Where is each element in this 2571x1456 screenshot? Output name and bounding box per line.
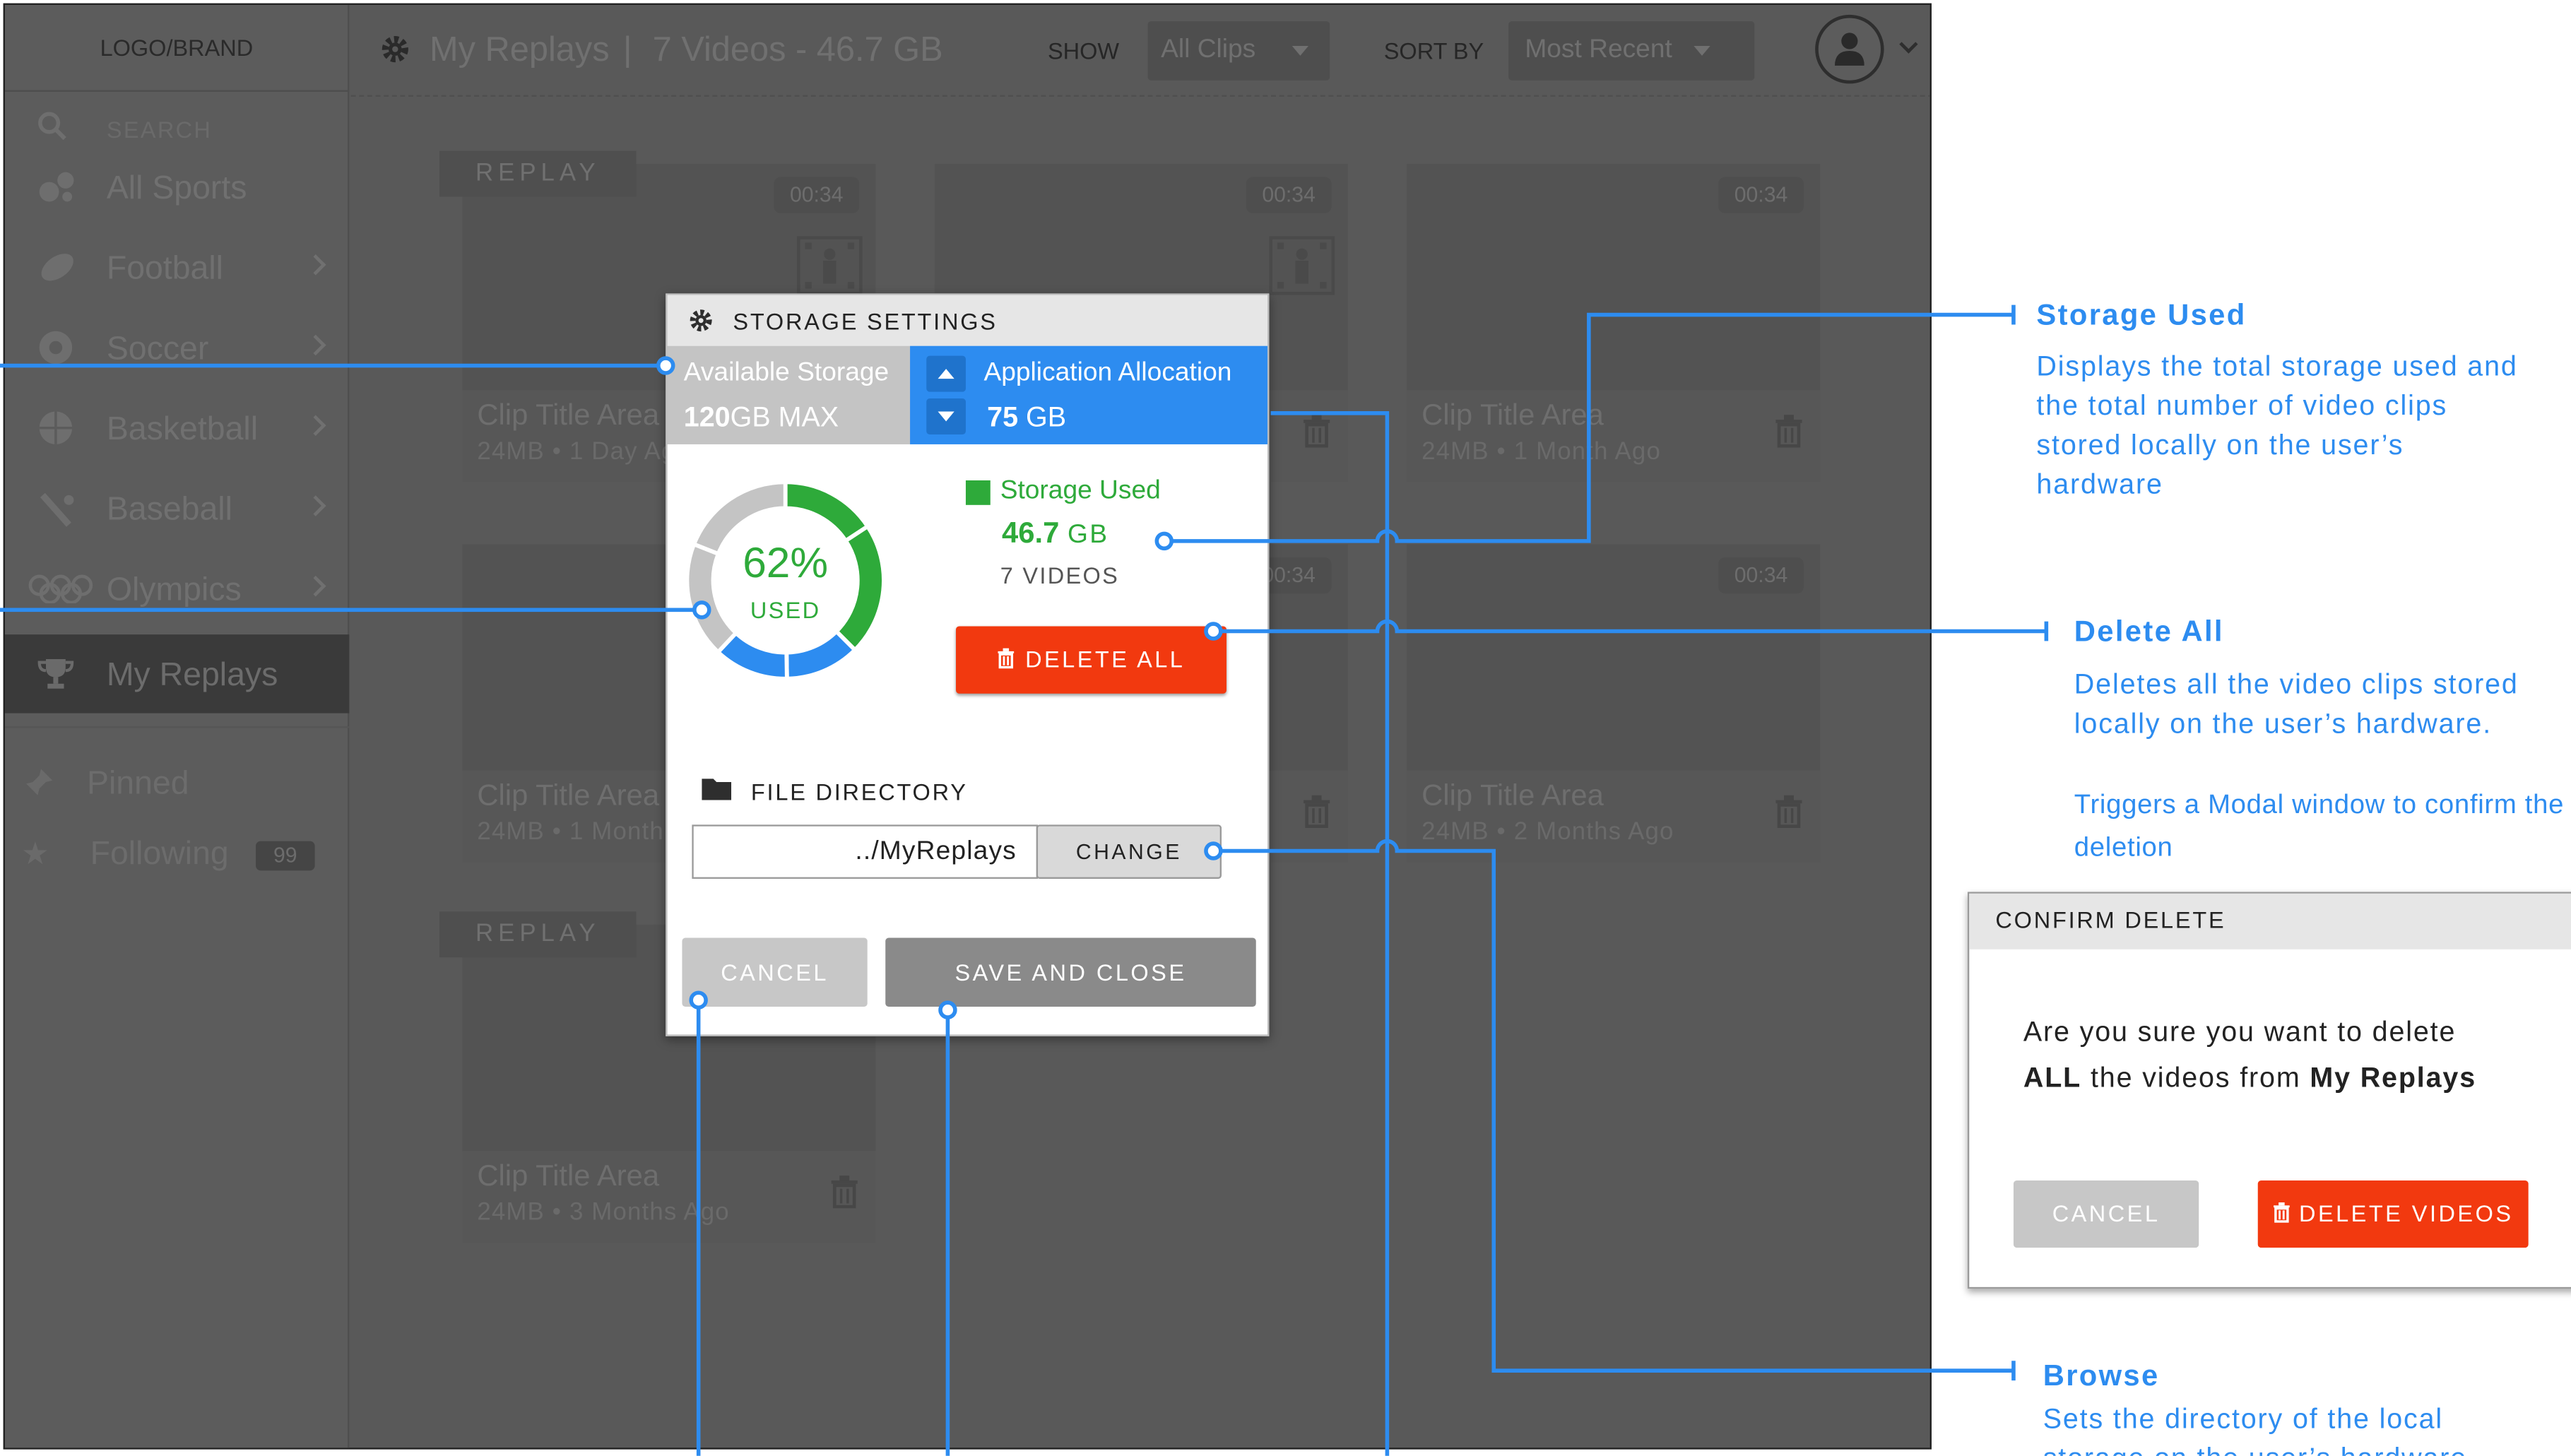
annotation-delete-all-title: Delete All: [2074, 615, 2224, 648]
confirm-cancel-button[interactable]: CANCEL: [2013, 1180, 2199, 1248]
annotation-delete-all-modal-note: Triggers a Modal window to confirm the d…: [2074, 790, 2565, 863]
annotation-storage-used-body: Displays the total storage used and the …: [2036, 350, 2518, 500]
annotation-browse-title: Browse: [2043, 1359, 2160, 1392]
callout-dot: [1154, 531, 1174, 551]
confirm-header: CONFIRM DELETE: [1969, 893, 2571, 949]
callout-dot: [1204, 622, 1223, 641]
confirm-title: CONFIRM DELETE: [1995, 906, 2226, 933]
annotation-delete-all-body: Deletes all the video clips stored local…: [2074, 668, 2519, 740]
callout-dot: [689, 990, 708, 1010]
callout-dot: [656, 356, 675, 375]
confirm-bold-all: ALL: [2023, 1062, 2082, 1094]
confirm-delete-modal: CONFIRM DELETE Are you sure you want to …: [1967, 892, 2571, 1289]
confirm-message-line1: Are you sure you want to delete: [2023, 1016, 2457, 1048]
callout-line-storage-used: [1164, 312, 2014, 543]
callout-line-delete-all: [1213, 619, 2047, 634]
callout-dot: [938, 1000, 957, 1019]
confirm-message-line2: ALL the videos from My Replays: [2023, 1063, 2476, 1095]
delete-videos-label: DELETE VIDEOS: [2299, 1200, 2514, 1226]
confirm-mid-text: the videos from: [2081, 1062, 2310, 1094]
annotation-browse-body: Sets the directory of the local storage …: [2043, 1403, 2466, 1456]
trash-icon: [2274, 1202, 2290, 1223]
callout-dot: [1204, 841, 1223, 860]
callout-line-browse: [1213, 839, 2014, 1373]
confirm-cancel-label: CANCEL: [2052, 1200, 2161, 1226]
delete-videos-button[interactable]: DELETE VIDEOS: [2257, 1180, 2529, 1248]
callout-line-allocation: [1270, 411, 1390, 1456]
confirm-bold-my-replays: My Replays: [2310, 1062, 2477, 1094]
callout-dot: [692, 600, 711, 620]
annotation-storage-used-title: Storage Used: [2036, 298, 2247, 331]
